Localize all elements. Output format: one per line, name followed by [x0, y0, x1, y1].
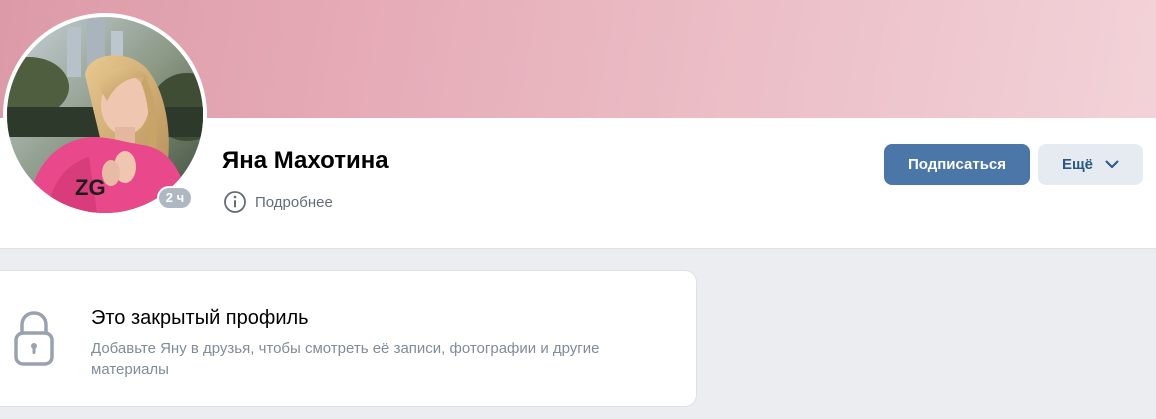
closed-profile-card: Это закрытый профиль Добавьте Яну в друз…	[0, 270, 697, 407]
avatar-photo: ZG	[7, 17, 203, 213]
subscribe-button-label: Подписаться	[907, 156, 1007, 173]
avatar-frame: ZG 2 ч	[3, 13, 207, 217]
avatar[interactable]: ZG	[7, 17, 203, 213]
profile-header: ZG 2 ч Яна Махотина Подробнее Подписатьс…	[0, 0, 1156, 249]
details-label: Подробнее	[255, 193, 333, 211]
more-button-label: Ещё	[1061, 156, 1093, 173]
profile-name: Яна Махотина	[222, 147, 389, 174]
info-circle-icon	[224, 191, 246, 213]
more-button[interactable]: Ещё	[1038, 144, 1143, 185]
online-status-badge: 2 ч	[157, 186, 193, 210]
details-link[interactable]: Подробнее	[223, 190, 333, 214]
closed-profile-title: Это закрытый профиль	[91, 307, 309, 329]
subscribe-button[interactable]: Подписаться	[884, 144, 1030, 185]
lock-icon	[14, 311, 54, 366]
closed-profile-text: Добавьте Яну в друзья, чтобы смотреть её…	[91, 340, 600, 378]
svg-text:ZG: ZG	[75, 175, 106, 200]
chevron-down-icon	[1105, 160, 1119, 168]
